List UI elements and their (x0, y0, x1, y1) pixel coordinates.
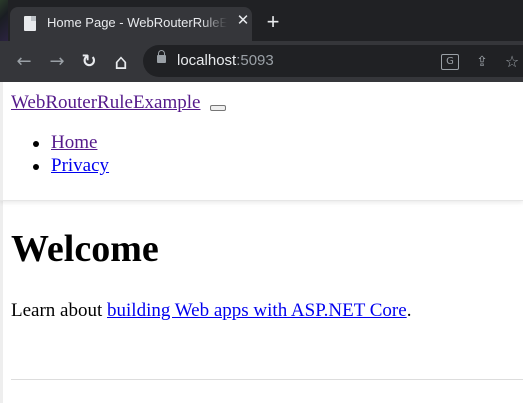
desktop-edge (0, 0, 8, 41)
browser-toolbar: ← → ↻ ⌂ localhost:5093 G ⇪ ☆ (0, 41, 523, 82)
address-url: localhost:5093 (177, 52, 274, 69)
reload-icon[interactable]: ↻ (77, 50, 101, 74)
aspnet-docs-link[interactable]: building Web apps with ASP.NET Core (107, 300, 407, 321)
page-icon (24, 16, 36, 31)
navbar-brand-link[interactable]: WebRouterRuleExample (11, 92, 200, 114)
intro-text: Learn about (11, 300, 108, 321)
star-icon[interactable]: ☆ (503, 53, 521, 71)
share-icon[interactable]: ⇪ (473, 53, 491, 71)
url-port: :5093 (236, 52, 274, 69)
home-icon[interactable]: ⌂ (109, 50, 133, 74)
nav-link-privacy[interactable]: Privacy (51, 155, 109, 177)
translate-icon[interactable]: G (441, 54, 459, 70)
address-bar[interactable]: localhost:5093 G ⇪ ☆ (143, 45, 523, 77)
nav-link-home[interactable]: Home (51, 132, 97, 154)
url-host: localhost (177, 52, 237, 69)
browser-tab-active[interactable]: Home Page - WebRouterRuleExample ✕ (10, 7, 252, 41)
page-viewport: WebRouterRuleExample Home Privacy Welcom… (0, 82, 523, 403)
list-bullet (33, 164, 39, 170)
page-heading: Welcome (11, 228, 159, 270)
lock-icon[interactable] (157, 50, 166, 63)
list-bullet (33, 141, 39, 147)
browser-tab-strip: Home Page - WebRouterRuleExample ✕ + (0, 0, 523, 41)
footer-divider (11, 379, 523, 380)
back-arrow-icon[interactable]: ← (12, 50, 36, 74)
forward-arrow-icon[interactable]: → (45, 50, 69, 74)
intro-suffix: . (406, 300, 412, 321)
site-header: WebRouterRuleExample Home Privacy (0, 82, 523, 201)
tab-title: Home Page - WebRouterRuleExample (47, 15, 227, 30)
intro-paragraph: Learn about building Web apps with ASP.N… (11, 300, 411, 322)
navbar-toggler-button[interactable] (210, 105, 226, 111)
new-tab-button[interactable]: + (262, 11, 284, 33)
close-tab-icon[interactable]: ✕ (235, 13, 251, 29)
